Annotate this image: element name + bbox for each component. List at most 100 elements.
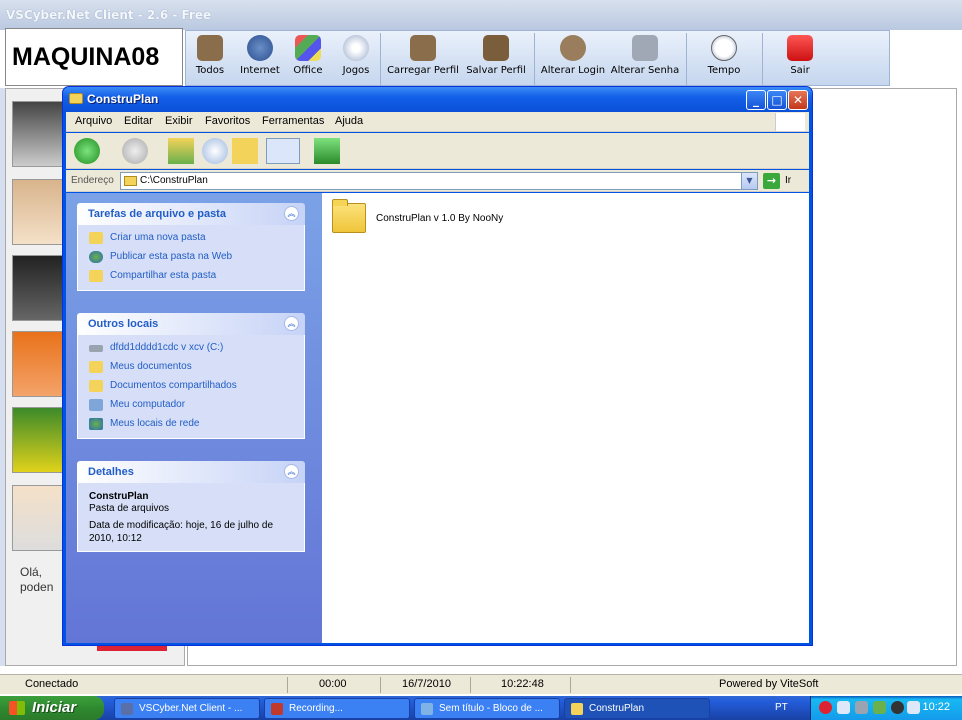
office-button[interactable]: Office xyxy=(288,33,328,83)
clock[interactable]: 10:22 xyxy=(922,701,950,713)
taskbar-vscyber[interactable]: VSCyber.Net Client - ... xyxy=(114,698,260,719)
folder-icon xyxy=(332,199,366,233)
menu-exibir[interactable]: Exibir xyxy=(165,115,193,127)
other-places-header[interactable]: Outros locais ︽ xyxy=(77,313,305,335)
drive-icon xyxy=(89,345,103,352)
system-tray: 10:22 xyxy=(810,696,962,720)
folders-icon[interactable] xyxy=(232,138,258,164)
minimize-button[interactable]: _ xyxy=(746,90,766,110)
details-type: Pasta de arquivos xyxy=(89,503,170,514)
menu-editar[interactable]: Editar xyxy=(124,115,153,127)
search-icon[interactable] xyxy=(202,138,228,164)
go-arrow-icon[interactable]: → xyxy=(763,173,780,189)
salvar-perfil-button[interactable]: Salvar Perfil xyxy=(464,33,528,83)
taskbar: Iniciar VSCyber.Net Client - ... Recordi… xyxy=(0,696,962,720)
sair-button[interactable]: Sair xyxy=(780,33,820,83)
computer-icon xyxy=(89,399,103,411)
status-date: 16/7/2010 xyxy=(402,678,451,690)
address-bar: Endereço C:\ConstruPlan ▼ → Ir xyxy=(66,170,809,192)
folder-icon xyxy=(571,703,583,715)
carregar-perfil-button[interactable]: Carregar Perfil xyxy=(386,33,460,83)
forward-arrow-icon[interactable] xyxy=(122,138,148,164)
file-tasks-header[interactable]: Tarefas de arquivo e pasta ︽ xyxy=(77,203,305,225)
back-arrow-icon[interactable] xyxy=(74,138,100,164)
alterar-senha-button[interactable]: Alterar Senha xyxy=(610,33,680,83)
volume-icon[interactable] xyxy=(855,701,868,714)
windows-logo-icon xyxy=(9,701,25,715)
windows-logo-icon xyxy=(775,113,805,131)
explorer-window: ConstruPlan _ □ ✕ Arquivo Editar Exibir … xyxy=(62,86,813,646)
language-indicator[interactable]: PT xyxy=(775,702,788,713)
file-list: ConstruPlan v 1.0 By NooNy xyxy=(322,193,809,643)
address-label: Endereço xyxy=(71,175,114,186)
chevron-up-icon[interactable]: ︽ xyxy=(284,206,299,221)
close-button[interactable]: ✕ xyxy=(788,90,808,110)
save-profile-icon xyxy=(483,35,509,61)
status-time: 10:22:48 xyxy=(501,678,544,690)
toolbar-separator xyxy=(686,33,687,85)
menu-ajuda[interactable]: Ajuda xyxy=(335,115,363,127)
sync-icon[interactable] xyxy=(314,138,340,164)
file-tasks-panel: Tarefas de arquivo e pasta ︽ Criar uma n… xyxy=(77,203,305,291)
menu-arquivo[interactable]: Arquivo xyxy=(75,115,112,127)
taskbar-recording[interactable]: Recording... xyxy=(264,698,410,719)
record-icon xyxy=(271,703,283,715)
address-input[interactable]: C:\ConstruPlan ▼ xyxy=(120,172,758,190)
task-new-folder[interactable]: Criar uma nova pasta xyxy=(89,231,304,250)
clock-icon xyxy=(711,35,737,61)
network-icon xyxy=(89,418,103,430)
chevron-up-icon[interactable]: ︽ xyxy=(284,464,299,479)
recorder-icon[interactable] xyxy=(891,701,904,714)
notepad-icon xyxy=(421,703,433,715)
chevron-up-icon[interactable]: ︽ xyxy=(284,316,299,331)
keys-icon xyxy=(632,35,658,61)
other-places-panel: Outros locais ︽ dfdd1dddd1cdc v xcv (C:)… xyxy=(77,313,305,439)
share-folder-icon xyxy=(89,270,103,282)
details-modified-2: 2010, 10:12 xyxy=(89,533,142,544)
menu-favoritos[interactable]: Favoritos xyxy=(205,115,250,127)
tempo-button[interactable]: Tempo xyxy=(700,33,748,83)
machine-name: MAQUINA08 xyxy=(12,43,160,71)
app-title: VSCyber.Net Client - 2.6 - Free xyxy=(6,8,212,22)
details-modified-1: Data de modificação: hoje, 16 de julho d… xyxy=(89,520,274,531)
folder-icon xyxy=(89,380,103,392)
start-button[interactable]: Iniciar xyxy=(0,696,104,720)
taskbar-construplan[interactable]: ConstruPlan xyxy=(564,698,710,719)
network-icon[interactable] xyxy=(837,701,850,714)
tray-app-icon[interactable] xyxy=(873,701,886,714)
users-icon xyxy=(560,35,586,61)
jogos-button[interactable]: Jogos xyxy=(336,33,376,83)
place-network[interactable]: Meus locais de rede xyxy=(89,417,304,436)
app-icon xyxy=(121,703,133,715)
place-my-computer[interactable]: Meu computador xyxy=(89,398,304,417)
tray-misc-icon[interactable] xyxy=(907,701,920,714)
machine-name-box: MAQUINA08 xyxy=(5,28,183,86)
menu-ferramentas[interactable]: Ferramentas xyxy=(262,115,324,127)
chevron-down-icon[interactable]: ▼ xyxy=(741,173,757,189)
task-publish-web[interactable]: Publicar esta pasta na Web xyxy=(89,250,304,269)
details-panel: Detalhes ︽ ConstruPlan Pasta de arquivos… xyxy=(77,461,305,552)
internet-button[interactable]: Internet xyxy=(236,33,284,83)
up-folder-icon[interactable] xyxy=(168,138,194,164)
task-share-folder[interactable]: Compartilhar esta pasta xyxy=(89,269,304,288)
globe-icon xyxy=(89,251,103,263)
views-icon[interactable] xyxy=(266,138,300,164)
folder-icon xyxy=(69,93,83,104)
place-shared-documents[interactable]: Documentos compartilhados xyxy=(89,379,304,398)
connection-status: Conectado xyxy=(25,678,79,690)
menu-bar: Arquivo Editar Exibir Favoritos Ferramen… xyxy=(66,112,809,132)
load-profile-icon xyxy=(410,35,436,61)
folder-item[interactable]: ConstruPlan v 1.0 By NooNy xyxy=(332,199,632,243)
maximize-button[interactable]: □ xyxy=(767,90,787,110)
place-drive-c[interactable]: dfdd1dddd1cdc v xcv (C:) xyxy=(89,341,304,360)
alterar-login-button[interactable]: Alterar Login xyxy=(540,33,606,83)
explorer-titlebar[interactable]: ConstruPlan _ □ ✕ xyxy=(63,87,812,112)
go-button[interactable]: Ir xyxy=(785,175,791,186)
todos-button[interactable]: Todos xyxy=(190,33,230,83)
place-my-documents[interactable]: Meus documentos xyxy=(89,360,304,379)
taskbar-notepad[interactable]: Sem título - Bloco de ... xyxy=(414,698,560,719)
power-icon xyxy=(787,35,813,61)
details-header[interactable]: Detalhes ︽ xyxy=(77,461,305,483)
explorer-toolbar xyxy=(66,133,809,169)
antivirus-icon[interactable] xyxy=(819,701,832,714)
